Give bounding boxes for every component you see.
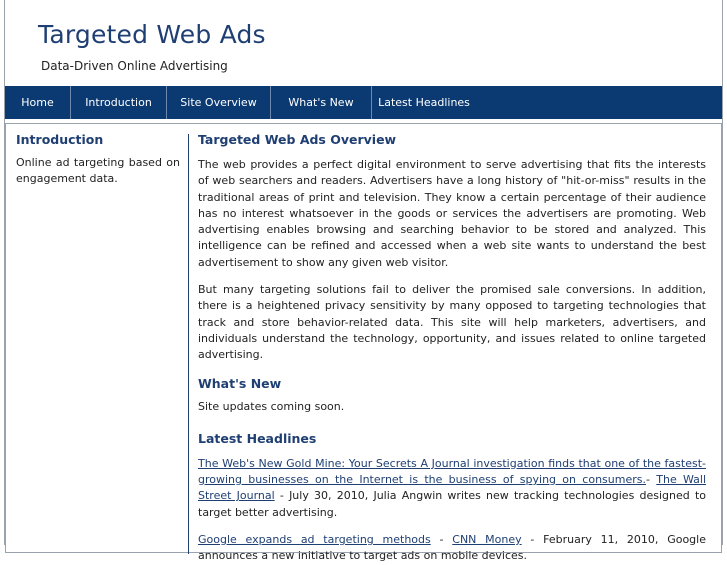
content-area: Introduction Online ad targeting based o… <box>5 123 722 562</box>
headline-source-link[interactable]: CNN Money <box>452 533 521 546</box>
headline-item: Google expands ad targeting methods - CN… <box>198 532 706 565</box>
site-title: Targeted Web Ads <box>38 20 266 49</box>
nav-home[interactable]: Home <box>5 86 71 119</box>
headline-separator: - <box>430 533 453 547</box>
headline-link[interactable]: Google expands ad targeting methods <box>198 533 431 546</box>
nav-latest-headlines[interactable]: Latest Headlines <box>372 86 476 119</box>
headline-separator: - <box>645 473 657 487</box>
whats-new-text: Site updates coming soon. <box>198 399 345 413</box>
overview-paragraph-1: The web provides a perfect digital envir… <box>198 158 706 269</box>
headline-item: The Web's New Gold Mine: Your Secrets A … <box>198 456 706 521</box>
headline-description: - July 30, 2010, Julia Angwin writes new… <box>198 489 706 519</box>
main-nav: Home Introduction Site Overview What's N… <box>5 86 722 119</box>
nav-whats-new[interactable]: What's New <box>271 86 372 119</box>
overview-paragraph-2: But many targeting solutions fail to del… <box>198 283 706 362</box>
whats-new-heading: What's New <box>198 375 282 391</box>
nav-site-overview[interactable]: Site Overview <box>167 86 271 119</box>
sidebar-text: Online ad targeting based on engagement … <box>16 156 180 186</box>
headline-link[interactable]: The Web's New Gold Mine: Your Secrets A … <box>198 457 706 486</box>
site-tagline: Data-Driven Online Advertising <box>41 59 228 73</box>
nav-introduction[interactable]: Introduction <box>71 86 167 119</box>
main-content: Targeted Web Ads Overview The web provid… <box>198 132 706 565</box>
sidebar-heading: Introduction <box>16 132 104 147</box>
sidebar: Introduction Online ad targeting based o… <box>16 132 180 188</box>
headlines-heading: Latest Headlines <box>198 430 317 446</box>
column-divider <box>188 134 189 554</box>
overview-heading: Targeted Web Ads Overview <box>198 132 397 147</box>
